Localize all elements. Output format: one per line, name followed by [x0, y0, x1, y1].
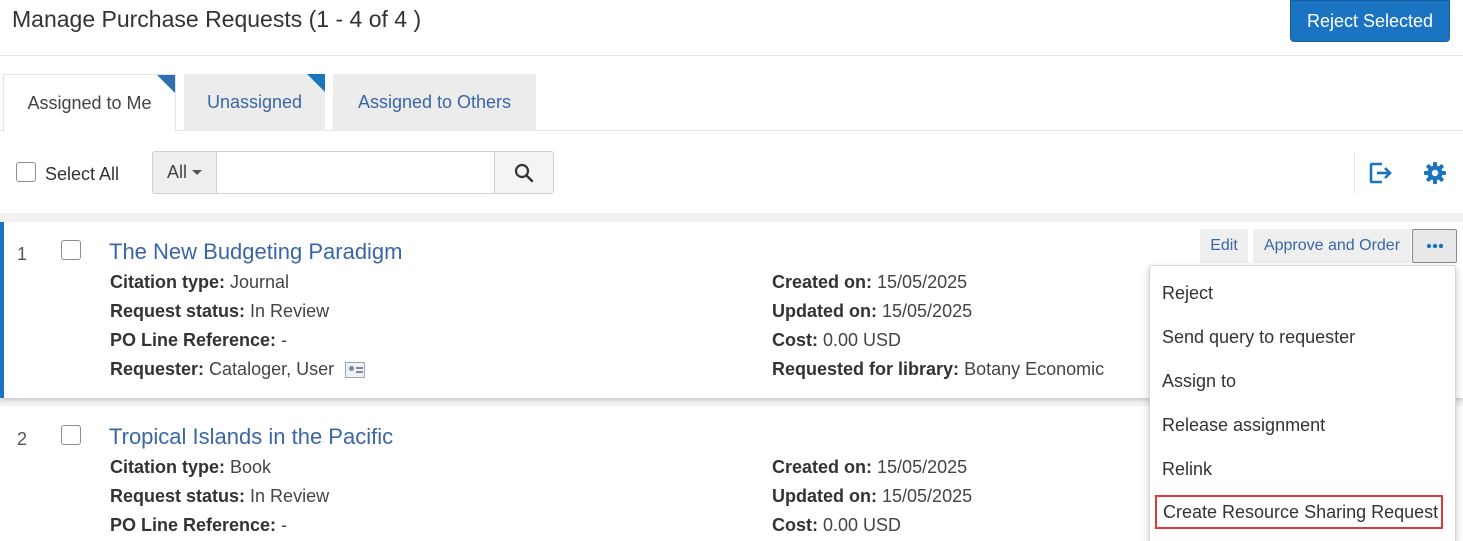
record-title-link[interactable]: Tropical Islands in the Pacific — [109, 424, 393, 450]
request-status-field: Request status: In Review — [110, 486, 329, 507]
page-header: Manage Purchase Requests (1 - 4 of 4 ) R… — [0, 0, 1463, 56]
field-value: In Review — [250, 486, 330, 506]
field-label: Created on: — [772, 457, 873, 477]
edit-button[interactable]: Edit — [1200, 229, 1248, 263]
search-input[interactable] — [218, 152, 494, 193]
field-value: Botany Economic — [964, 359, 1105, 379]
cost-field: Cost: 0.00 USD — [772, 330, 901, 351]
requester-field: Requester: Cataloger, User — [110, 359, 366, 380]
field-value: Book — [230, 457, 272, 477]
record-checkbox[interactable] — [61, 240, 81, 260]
field-label: Created on: — [772, 272, 873, 292]
tab-corner-indicator — [157, 75, 175, 93]
approve-and-order-button[interactable]: Approve and Order — [1253, 229, 1411, 263]
toolbar-divider — [1354, 153, 1355, 193]
field-value: 15/05/2025 — [877, 457, 968, 477]
created-on-field: Created on: 15/05/2025 — [772, 457, 967, 478]
field-value: 15/05/2025 — [882, 301, 973, 321]
field-label: Citation type: — [110, 457, 225, 477]
created-on-field: Created on: 15/05/2025 — [772, 272, 967, 293]
search-group: All — [152, 151, 554, 194]
tab-unassigned[interactable]: Unassigned — [184, 74, 325, 131]
requested-library-field: Requested for library: Botany Economic — [772, 359, 1104, 380]
tab-label: Assigned to Others — [357, 92, 512, 112]
field-value: 15/05/2025 — [882, 486, 973, 506]
field-label: Request status: — [110, 486, 246, 506]
tab-corner-indicator — [307, 74, 325, 92]
search-scope-dropdown[interactable]: All — [153, 152, 217, 193]
field-label: Request status: — [110, 301, 246, 321]
actions-dropdown-menu: Reject Send query to requester Assign to… — [1149, 265, 1456, 541]
record-title-link[interactable]: The New Budgeting Paradigm — [109, 239, 403, 265]
cost-field: Cost: 0.00 USD — [772, 515, 901, 536]
field-label: PO Line Reference: — [110, 515, 277, 535]
field-label: Requested for library: — [772, 359, 960, 379]
field-value: - — [281, 330, 288, 350]
field-value: 0.00 USD — [823, 515, 902, 535]
export-icon[interactable] — [1367, 159, 1395, 187]
tab-assigned-to-me[interactable]: Assigned to Me — [3, 74, 176, 132]
contact-card-icon[interactable] — [345, 362, 366, 379]
gear-icon[interactable] — [1421, 159, 1449, 187]
updated-on-field: Updated on: 15/05/2025 — [772, 301, 972, 322]
field-label: PO Line Reference: — [110, 330, 277, 350]
menu-item-send-query[interactable]: Send query to requester — [1150, 315, 1455, 359]
field-value: In Review — [250, 301, 330, 321]
menu-item-create-resource-sharing-request[interactable]: Create Resource Sharing Request — [1155, 495, 1443, 529]
menu-item-release-assignment[interactable]: Release assignment — [1150, 403, 1455, 447]
tab-label: Assigned to Me — [27, 92, 152, 113]
record-number: 2 — [17, 429, 28, 449]
field-value: Journal — [230, 272, 290, 292]
field-value: Cataloger, User — [209, 359, 335, 379]
menu-item-reject[interactable]: Reject — [1150, 271, 1455, 315]
chevron-down-icon — [192, 170, 202, 175]
tab-label: Unassigned — [206, 92, 303, 112]
select-all-label: Select All — [45, 164, 120, 184]
ellipsis-icon — [1426, 243, 1443, 249]
updated-on-field: Updated on: 15/05/2025 — [772, 486, 972, 507]
search-icon — [514, 163, 534, 182]
record-checkbox[interactable] — [61, 425, 81, 445]
field-value: 0.00 USD — [823, 330, 902, 350]
tab-assigned-to-others[interactable]: Assigned to Others — [333, 74, 536, 131]
citation-type-field: Citation type: Book — [110, 457, 271, 478]
menu-item-relink[interactable]: Relink — [1150, 447, 1455, 491]
page-title: Manage Purchase Requests (1 - 4 of 4 ) — [12, 6, 422, 32]
citation-type-field: Citation type: Journal — [110, 272, 289, 293]
menu-item-assign-to[interactable]: Assign to — [1150, 359, 1455, 403]
field-value: 15/05/2025 — [877, 272, 968, 292]
toolbar: Select All All — [0, 131, 1463, 213]
select-all-checkbox[interactable] — [16, 162, 36, 182]
more-actions-button[interactable] — [1412, 229, 1457, 263]
record-number: 1 — [17, 244, 28, 264]
po-line-field: PO Line Reference: - — [110, 330, 287, 351]
request-status-field: Request status: In Review — [110, 301, 329, 322]
field-label: Citation type: — [110, 272, 225, 292]
field-label: Updated on: — [772, 486, 877, 506]
search-scope-value: All — [166, 162, 187, 182]
reject-selected-button[interactable]: Reject Selected — [1290, 0, 1450, 42]
po-line-field: PO Line Reference: - — [110, 515, 287, 536]
field-label: Cost: — [772, 330, 818, 350]
field-value: - — [281, 515, 288, 535]
search-button[interactable] — [494, 152, 553, 193]
tab-bar: Assigned to Me Unassigned Assigned to Ot… — [0, 56, 1463, 132]
field-label: Cost: — [772, 515, 818, 535]
field-label: Requester: — [110, 359, 205, 379]
field-label: Updated on: — [772, 301, 877, 321]
